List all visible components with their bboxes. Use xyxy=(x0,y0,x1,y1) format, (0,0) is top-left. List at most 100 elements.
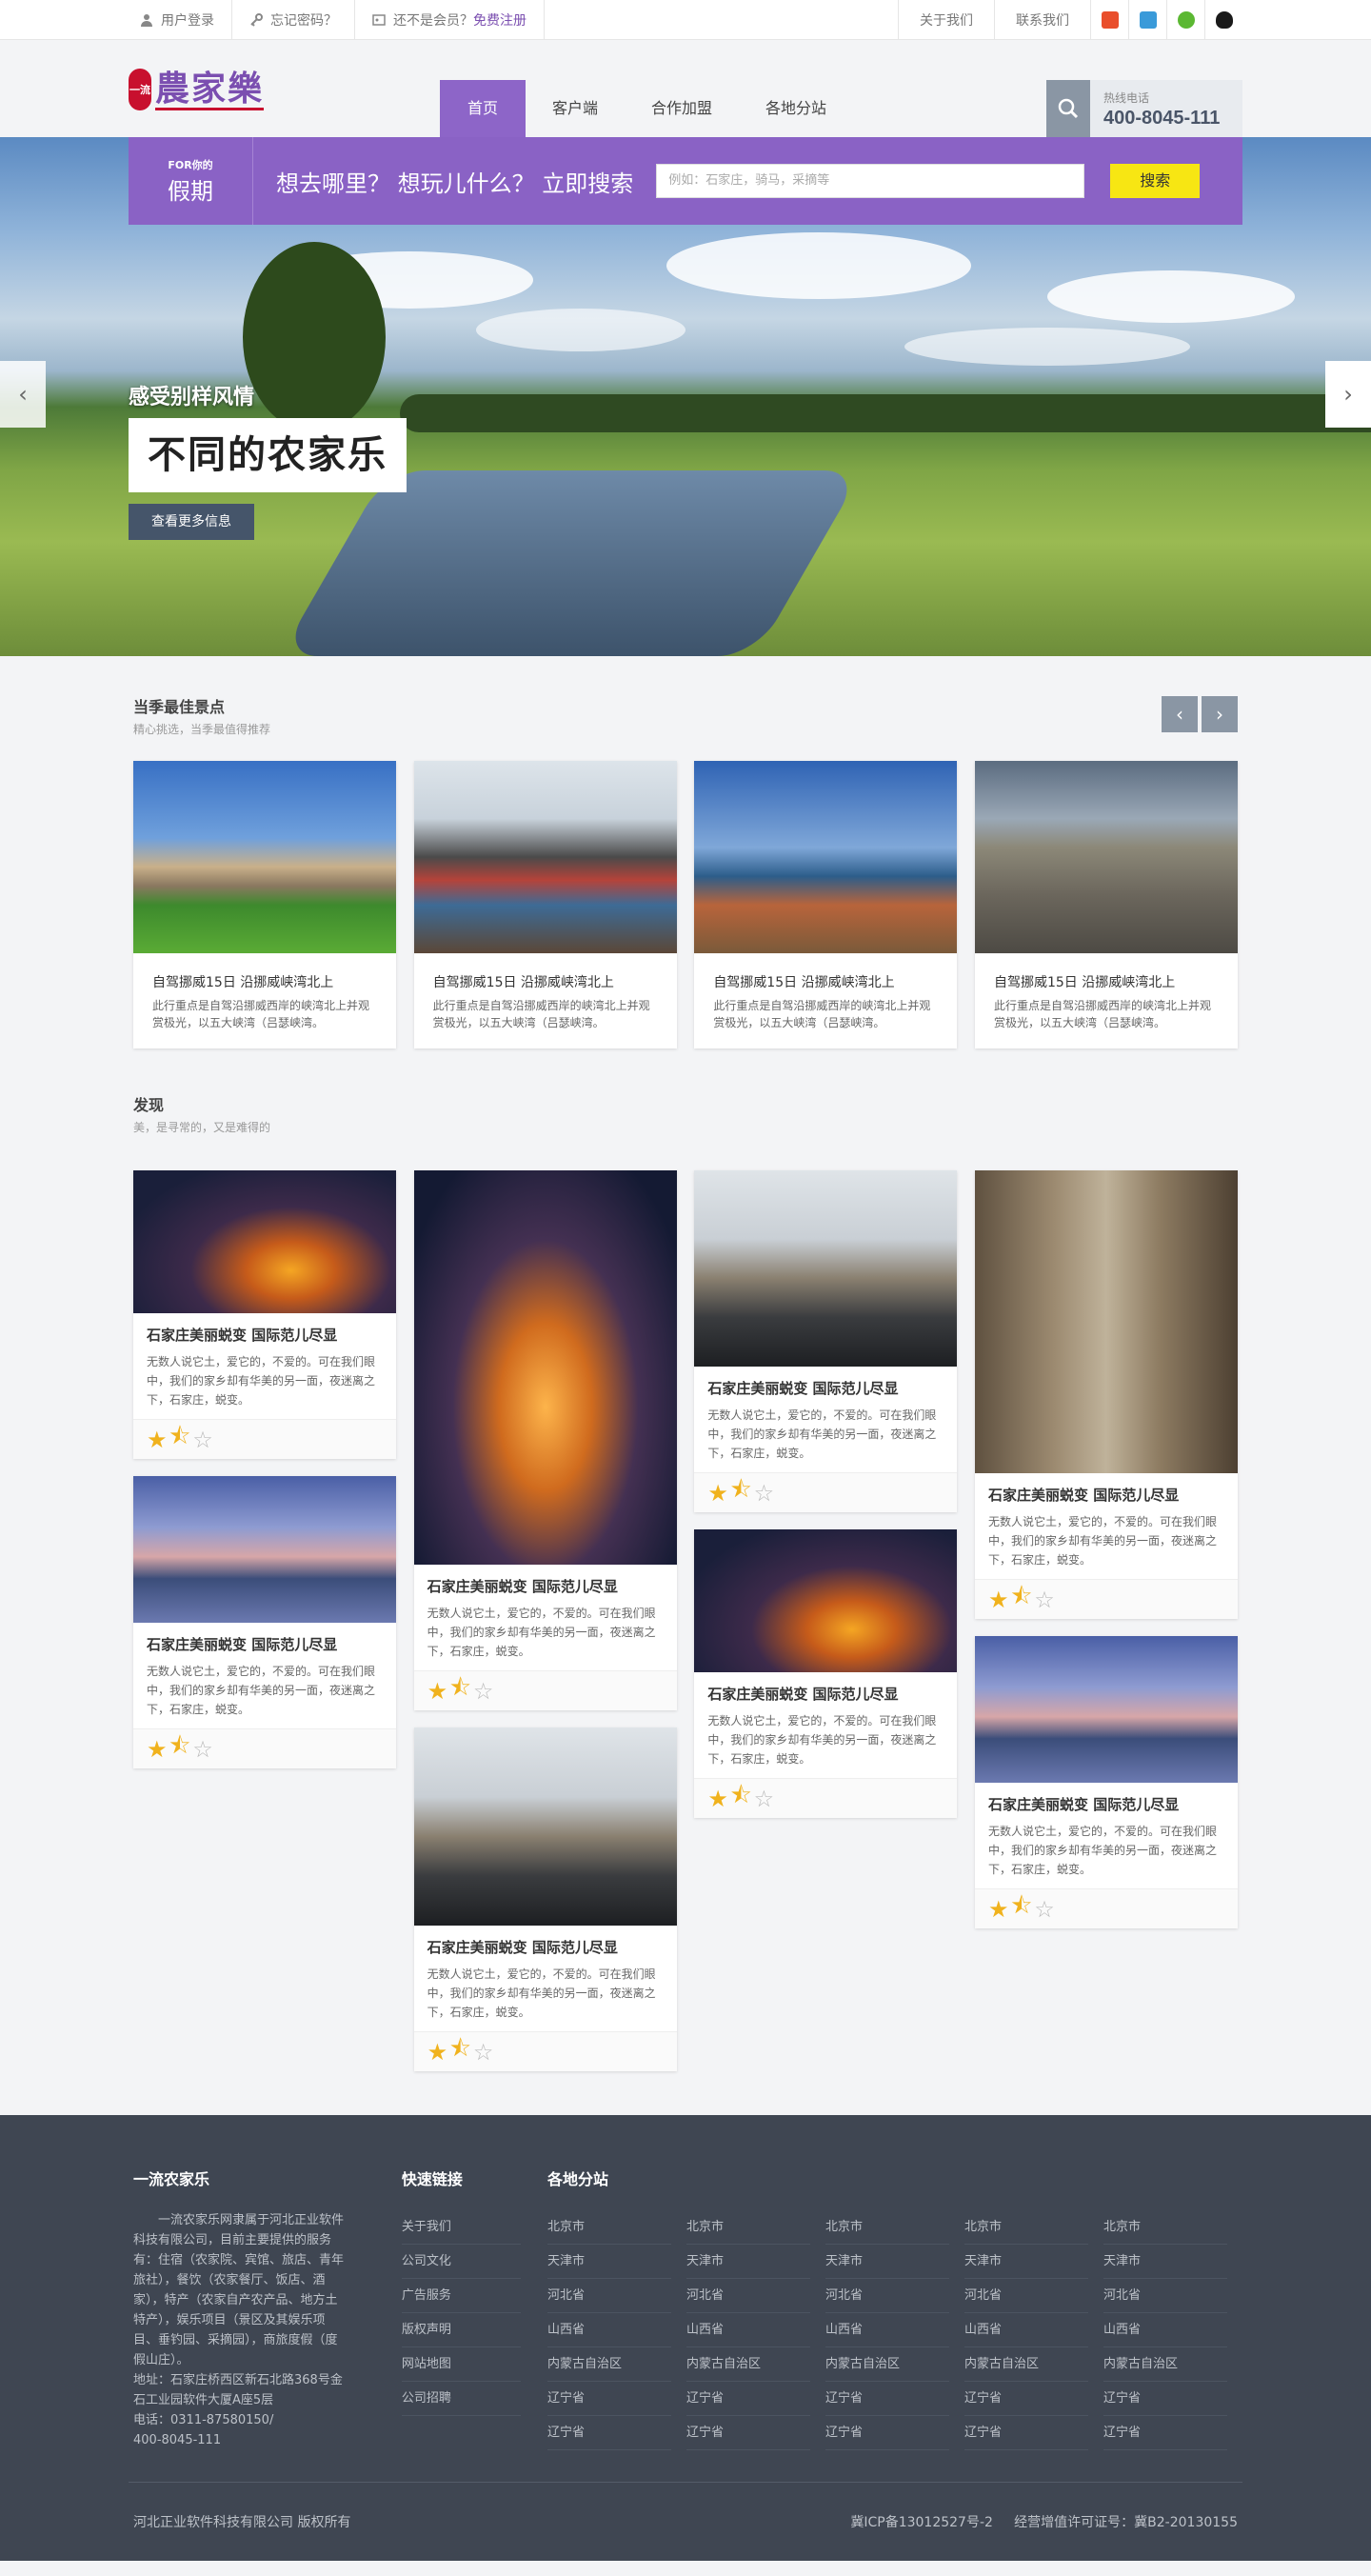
branch-link[interactable]: 北京市 xyxy=(547,2210,671,2245)
footer-link-ads[interactable]: 广告服务 xyxy=(401,2279,521,2313)
branch-link[interactable]: 河北省 xyxy=(964,2279,1088,2313)
spot-card[interactable]: 自驾挪威15日 沿挪威峡湾北上 此行重点是自驾沿挪威西岸的峡湾北上并观赏极光，以… xyxy=(974,761,1238,1048)
wechat-icon[interactable] xyxy=(1166,0,1204,40)
search-icon xyxy=(1058,98,1079,119)
more-info-button[interactable]: 查看更多信息 xyxy=(129,504,254,540)
discover-card[interactable]: 石家庄美丽蜕变 国际范儿尽显 无数人说它土，爱它的，不爱的。可在我们眼中，我们的家… xyxy=(974,1170,1238,1619)
rating-stars: ★ ⯪ ☆ xyxy=(694,1472,958,1512)
discover-card[interactable]: 石家庄美丽蜕变 国际范儿尽显 无数人说它土，爱它的，不爱的。可在我们眼中，我们的家… xyxy=(694,1529,958,1818)
carousel-prev-button[interactable]: ‹ xyxy=(1162,696,1198,732)
top-bar: 用户登录 忘记密码？ 还不是会员？ 免费注册 关于我们 联系我们 xyxy=(0,0,1371,40)
branch-link[interactable]: 内蒙古自治区 xyxy=(1103,2347,1227,2382)
discover-title: 石家庄美丽蜕变 国际范儿尽显 xyxy=(987,1487,1180,1504)
section-subtitle: 精心挑选，当季最值得推荐 xyxy=(133,723,271,736)
branch-link[interactable]: 河北省 xyxy=(825,2279,949,2313)
spot-card[interactable]: 自驾挪威15日 沿挪威峡湾北上 此行重点是自驾沿挪威西岸的峡湾北上并观赏极光，以… xyxy=(694,761,958,1048)
spot-card[interactable]: 自驾挪威15日 沿挪威峡湾北上 此行重点是自驾沿挪威西岸的峡湾北上并观赏极光，以… xyxy=(133,761,396,1048)
branch-link[interactable]: 山西省 xyxy=(964,2313,1088,2347)
branch-link[interactable]: 天津市 xyxy=(1103,2245,1227,2279)
footer-link-culture[interactable]: 公司文化 xyxy=(401,2245,521,2279)
banner-prev-button[interactable]: ‹ xyxy=(0,361,46,428)
footer-phone2: 400-8045-111 xyxy=(133,2433,222,2447)
footer-link-jobs[interactable]: 公司招聘 xyxy=(401,2382,521,2416)
spot-title: 自驾挪威15日 沿挪威峡湾北上 xyxy=(993,975,1176,990)
branch-link[interactable]: 天津市 xyxy=(964,2245,1088,2279)
icp-text: 冀ICP备13012527号-2 经营增值许可证号：冀B2-20130155 xyxy=(850,2515,1238,2530)
discover-title: 石家庄美丽蜕变 国际范儿尽显 xyxy=(427,1939,618,1956)
branch-link[interactable]: 内蒙古自治区 xyxy=(825,2347,949,2382)
branch-link[interactable]: 河北省 xyxy=(547,2279,671,2313)
logo[interactable]: 一流 農家樂 xyxy=(129,69,265,110)
footer-link-sitemap[interactable]: 网站地图 xyxy=(401,2347,521,2382)
footer: 一流农家乐 一流农家乐网隶属于河北正业软件科技有限公司，目前主要提供的服务有：住… xyxy=(0,2115,1371,2561)
sina-icon[interactable] xyxy=(1128,0,1166,40)
branch-link[interactable]: 辽宁省 xyxy=(547,2382,671,2416)
discover-card[interactable]: 石家庄美丽蜕变 国际范儿尽显 无数人说它土，爱它的，不爱的。可在我们眼中，我们的家… xyxy=(694,1170,958,1512)
footer-link-about[interactable]: 关于我们 xyxy=(401,2210,521,2245)
branch-link[interactable]: 天津市 xyxy=(686,2245,810,2279)
branch-link[interactable]: 辽宁省 xyxy=(825,2382,949,2416)
branch-link[interactable]: 天津市 xyxy=(547,2245,671,2279)
branch-link[interactable]: 山西省 xyxy=(1103,2313,1227,2347)
contact-us-link[interactable]: 联系我们 xyxy=(994,0,1090,40)
branch-link[interactable]: 北京市 xyxy=(964,2210,1088,2245)
discover-card[interactable]: 石家庄美丽蜕变 国际范儿尽显 无数人说它土，爱它的，不爱的。可在我们眼中，我们的家… xyxy=(413,1727,677,2071)
branch-link[interactable]: 辽宁省 xyxy=(964,2382,1088,2416)
qq-icon[interactable] xyxy=(1204,0,1242,40)
discover-card[interactable]: 石家庄美丽蜕变 国际范儿尽显 无数人说它土，爱它的，不爱的。可在我们眼中，我们的家… xyxy=(974,1636,1238,1928)
search-toggle-button[interactable] xyxy=(1046,80,1090,137)
login-link[interactable]: 用户登录 xyxy=(129,0,232,40)
discover-card[interactable]: 石家庄美丽蜕变 国际范儿尽显 无数人说它土，爱它的，不爱的。可在我们眼中，我们的家… xyxy=(133,1170,396,1459)
branch-link[interactable]: 山西省 xyxy=(825,2313,949,2347)
branch-link[interactable]: 辽宁省 xyxy=(686,2382,810,2416)
branch-link[interactable]: 河北省 xyxy=(1103,2279,1227,2313)
nav-branches[interactable]: 各地分站 xyxy=(739,80,853,137)
rating-stars: ★ ⯪ ☆ xyxy=(974,1888,1238,1928)
branch-link[interactable]: 辽宁省 xyxy=(1103,2416,1227,2450)
branch-link[interactable]: 内蒙古自治区 xyxy=(964,2347,1088,2382)
banner-next-button[interactable]: › xyxy=(1325,361,1371,428)
rss-icon[interactable] xyxy=(1090,0,1128,40)
chevron-right-icon: › xyxy=(1343,381,1353,408)
spot-card[interactable]: 自驾挪威15日 沿挪威峡湾北上 此行重点是自驾沿挪威西岸的峡湾北上并观赏极光，以… xyxy=(413,761,677,1048)
nav-home[interactable]: 首页 xyxy=(440,80,526,137)
search-button[interactable]: 搜索 xyxy=(1110,164,1201,198)
branch-link[interactable]: 北京市 xyxy=(825,2210,949,2245)
branch-link[interactable]: 辽宁省 xyxy=(686,2416,810,2450)
branch-link[interactable]: 天津市 xyxy=(825,2245,949,2279)
discover-card[interactable]: 石家庄美丽蜕变 国际范儿尽显 无数人说它土，爱它的，不爱的。可在我们眼中，我们的家… xyxy=(413,1170,677,1710)
branch-link[interactable]: 山西省 xyxy=(547,2313,671,2347)
forgot-password-link[interactable]: 忘记密码？ xyxy=(232,0,355,40)
branch-link[interactable]: 山西省 xyxy=(686,2313,810,2347)
branch-link[interactable]: 辽宁省 xyxy=(547,2416,671,2450)
hotline-label: 热线电话 xyxy=(1103,91,1150,105)
search-input[interactable]: 例如：石家庄，骑马，采摘等 xyxy=(656,164,1085,198)
carousel-next-button[interactable]: › xyxy=(1202,696,1238,732)
branch-link[interactable]: 内蒙古自治区 xyxy=(547,2347,671,2382)
star-icon: ★ xyxy=(707,1785,728,1812)
nav-franchise[interactable]: 合作加盟 xyxy=(625,80,739,137)
branch-link[interactable]: 内蒙古自治区 xyxy=(686,2347,810,2382)
nav-client[interactable]: 客户端 xyxy=(526,80,625,137)
footer-links-title: 快速链接 xyxy=(401,2170,463,2188)
slogan-line1: 感受别样风情 xyxy=(129,386,255,409)
branch-link[interactable]: 北京市 xyxy=(1103,2210,1227,2245)
spot-image xyxy=(133,761,396,953)
star-half-icon: ⯪ xyxy=(169,1423,191,1449)
branch-link[interactable]: 河北省 xyxy=(686,2279,810,2313)
star-half-icon: ⯪ xyxy=(1010,1583,1033,1609)
about-us-link[interactable]: 关于我们 xyxy=(898,0,994,40)
spot-image xyxy=(413,761,677,953)
branch-link[interactable]: 北京市 xyxy=(686,2210,810,2245)
discover-card[interactable]: 石家庄美丽蜕变 国际范儿尽显 无数人说它土，爱它的，不爱的。可在我们眼中，我们的家… xyxy=(133,1476,396,1768)
user-icon xyxy=(140,13,153,27)
branch-link[interactable]: 辽宁省 xyxy=(1103,2382,1227,2416)
branch-link[interactable]: 辽宁省 xyxy=(964,2416,1088,2450)
star-icon: ★ xyxy=(147,1735,168,1763)
branch-link[interactable]: 辽宁省 xyxy=(825,2416,949,2450)
discover-image xyxy=(413,1727,677,1926)
register-link[interactable]: 免费注册 xyxy=(473,10,527,30)
star-half-icon: ⯪ xyxy=(729,1782,752,1808)
spot-title: 自驾挪威15日 沿挪威峡湾北上 xyxy=(432,975,614,990)
footer-link-copyright[interactable]: 版权声明 xyxy=(401,2313,521,2347)
